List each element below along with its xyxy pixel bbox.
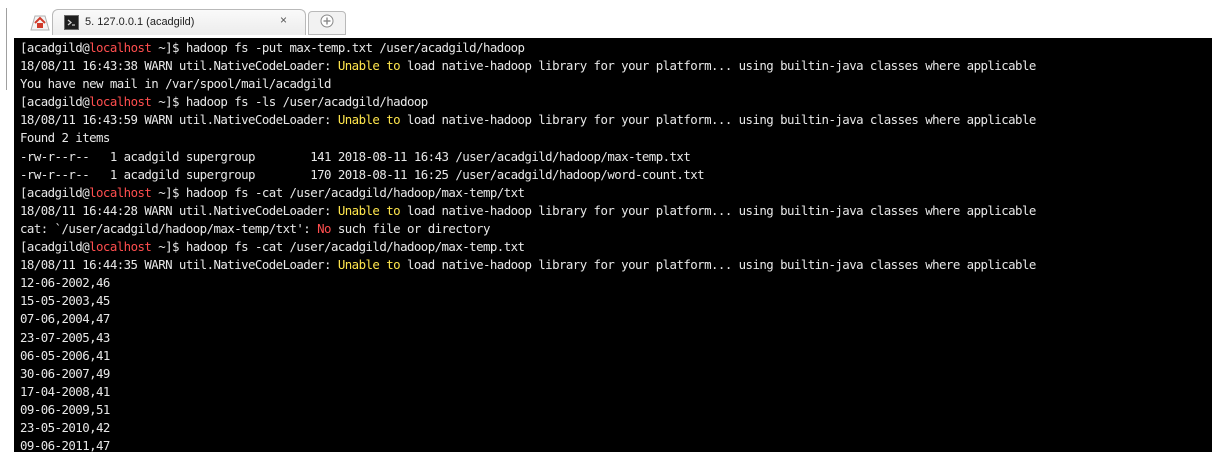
terminal-text: Found 2 items	[20, 130, 110, 146]
terminal-text: [acadgild@	[20, 94, 90, 110]
terminal-line: 09-06-2009,51	[20, 401, 1212, 419]
terminal-text: 17-04-2008,41	[20, 383, 110, 399]
terminal-text: 12-06-2002,46	[20, 275, 110, 291]
tab-content[interactable]: 5. 127.0.0.1 (acadgild)	[60, 10, 300, 34]
terminal-line: 12-06-2002,46	[20, 274, 1212, 292]
terminal-line: 18/08/11 16:44:35 WARN util.NativeCodeLo…	[20, 256, 1212, 274]
terminal-text: [acadgild@	[20, 239, 90, 255]
terminal-line: 15-05-2003,45	[20, 292, 1212, 310]
terminal-line: [acadgild@localhost ~]$ hadoop fs -put m…	[20, 39, 1212, 57]
terminal-text: -rw-r--r-- 1 acadgild supergroup 170 201…	[20, 166, 705, 182]
terminal-line: cat: `/user/acadgild/hadoop/max-temp/txt…	[20, 220, 1212, 238]
terminal-line: You have new mail in /var/spool/mail/aca…	[20, 75, 1212, 93]
tab-title: 5. 127.0.0.1 (acadgild)	[85, 16, 195, 28]
terminal-text: 18/08/11 16:44:28 WARN util.NativeCodeLo…	[20, 202, 338, 218]
terminal-text: You have new mail in /var/spool/mail/aca…	[20, 76, 332, 92]
terminal-text: 15-05-2003,45	[20, 293, 110, 309]
terminal-text: localhost	[89, 184, 152, 200]
terminal-text: 18/08/11 16:43:38 WARN util.NativeCodeLo…	[20, 58, 338, 74]
terminal-text: load native-hadoop library for your plat…	[400, 202, 1036, 218]
terminal-line: -rw-r--r-- 1 acadgild supergroup 141 201…	[20, 148, 1212, 166]
terminal-line: 18/08/11 16:44:28 WARN util.NativeCodeLo…	[20, 202, 1212, 220]
terminal-text: load native-hadoop library for your plat…	[400, 257, 1036, 273]
terminal-text: localhost	[89, 94, 152, 110]
terminal-text: 23-05-2010,42	[20, 419, 110, 435]
terminal-line: 09-06-2011,47	[20, 437, 1212, 452]
new-tab-button[interactable]	[308, 11, 346, 35]
terminal-text: Unable to	[337, 58, 401, 74]
home-icon	[29, 13, 51, 31]
terminal-text: Unable to	[337, 112, 401, 128]
terminal-line: 07-06,2004,47	[20, 310, 1212, 328]
terminal-line: 18/08/11 16:43:38 WARN util.NativeCodeLo…	[20, 57, 1212, 75]
terminal-line: [acadgild@localhost ~]$ hadoop fs -ls /u…	[20, 93, 1212, 111]
terminal-window[interactable]: [acadgild@localhost ~]$ hadoop fs -put m…	[14, 38, 1212, 452]
terminal-line: [acadgild@localhost ~]$ hadoop fs -cat /…	[20, 238, 1212, 256]
terminal-line: 23-07-2005,43	[20, 329, 1212, 347]
terminal-text: 06-05-2006,41	[20, 347, 110, 363]
terminal-text: 18/08/11 16:44:35 WARN util.NativeCodeLo…	[20, 257, 338, 273]
terminal-line: 17-04-2008,41	[20, 383, 1212, 401]
terminal-text: 30-06-2007,49	[20, 365, 110, 381]
terminal-text: localhost	[89, 40, 152, 55]
close-icon[interactable]: ×	[280, 13, 287, 27]
terminal-line: -rw-r--r-- 1 acadgild supergroup 170 201…	[20, 166, 1212, 184]
terminal-line: Found 2 items	[20, 129, 1212, 147]
terminal-text: 23-07-2005,43	[20, 329, 110, 345]
terminal-text: Unable to	[337, 202, 401, 218]
terminal-text: -rw-r--r-- 1 acadgild supergroup 141 201…	[20, 148, 691, 164]
terminal-text: 18/08/11 16:43:59 WARN util.NativeCodeLo…	[20, 112, 338, 128]
terminal-line: 06-05-2006,41	[20, 347, 1212, 365]
terminal-text: ~]$ hadoop fs -ls /user/acadgild/hadoop	[151, 94, 428, 110]
terminal-line: 18/08/11 16:43:59 WARN util.NativeCodeLo…	[20, 111, 1212, 129]
terminal-text: such file or directory	[330, 220, 491, 236]
terminal-line: 30-06-2007,49	[20, 365, 1212, 383]
terminal-text: 09-06-2009,51	[20, 401, 110, 417]
terminal-text: localhost	[89, 239, 152, 255]
terminal-line: 23-05-2010,42	[20, 419, 1212, 437]
terminal-icon	[64, 14, 79, 30]
window-edge	[6, 8, 9, 90]
terminal-text: cat: `/user/acadgild/hadoop/max-temp/txt…	[20, 220, 318, 236]
terminal-text: ~]$ hadoop fs -cat /user/acadgild/hadoop…	[151, 184, 525, 200]
terminal-text: load native-hadoop library for your plat…	[400, 58, 1036, 74]
terminal-text: ~]$ hadoop fs -put max-temp.txt /user/ac…	[151, 40, 525, 55]
terminal-text: load native-hadoop library for your plat…	[400, 112, 1036, 128]
terminal-text: [acadgild@	[20, 40, 90, 55]
terminal-text: 07-06,2004,47	[20, 311, 110, 327]
terminal-text: ~]$ hadoop fs -cat /user/acadgild/hadoop…	[151, 239, 525, 255]
terminal-text: 09-06-2011,47	[20, 438, 110, 452]
tab-bar: 5. 127.0.0.1 (acadgild) ×	[0, 0, 1212, 90]
terminal-output: [acadgild@localhost ~]$ hadoop fs -put m…	[14, 38, 1212, 452]
terminal-text: Unable to	[337, 257, 401, 273]
terminal-line: [acadgild@localhost ~]$ hadoop fs -cat /…	[20, 184, 1212, 202]
terminal-text: No	[317, 220, 331, 236]
terminal-text: [acadgild@	[20, 184, 90, 200]
new-tab-icon	[320, 14, 334, 33]
